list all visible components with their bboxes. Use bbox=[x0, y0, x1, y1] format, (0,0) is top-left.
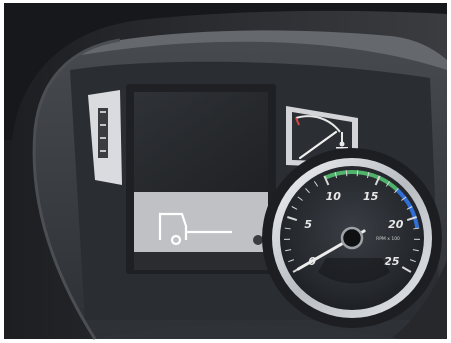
instrument-cluster-photo: 0510152025 RPM x 100 bbox=[0, 0, 451, 343]
tachometer-scale-label: 20 bbox=[388, 218, 404, 231]
tachometer-scale-label: 5 bbox=[304, 218, 312, 231]
tachometer-scale-label: 15 bbox=[363, 190, 379, 203]
display-knob[interactable] bbox=[253, 235, 263, 245]
tachometer-scale-label: 10 bbox=[326, 190, 342, 203]
tachometer-unit-label: RPM x 100 bbox=[376, 236, 400, 242]
display-screen bbox=[134, 92, 268, 192]
center-display bbox=[126, 84, 276, 274]
display-lower-panel bbox=[134, 192, 268, 252]
cluster-scene: 0510152025 RPM x 100 bbox=[0, 0, 451, 343]
tachometer-hub bbox=[340, 226, 364, 250]
tachometer-minor-tick bbox=[345, 170, 348, 177]
tachometer: 0510152025 RPM x 100 bbox=[262, 148, 442, 328]
tachometer-minor-tick bbox=[356, 170, 359, 177]
